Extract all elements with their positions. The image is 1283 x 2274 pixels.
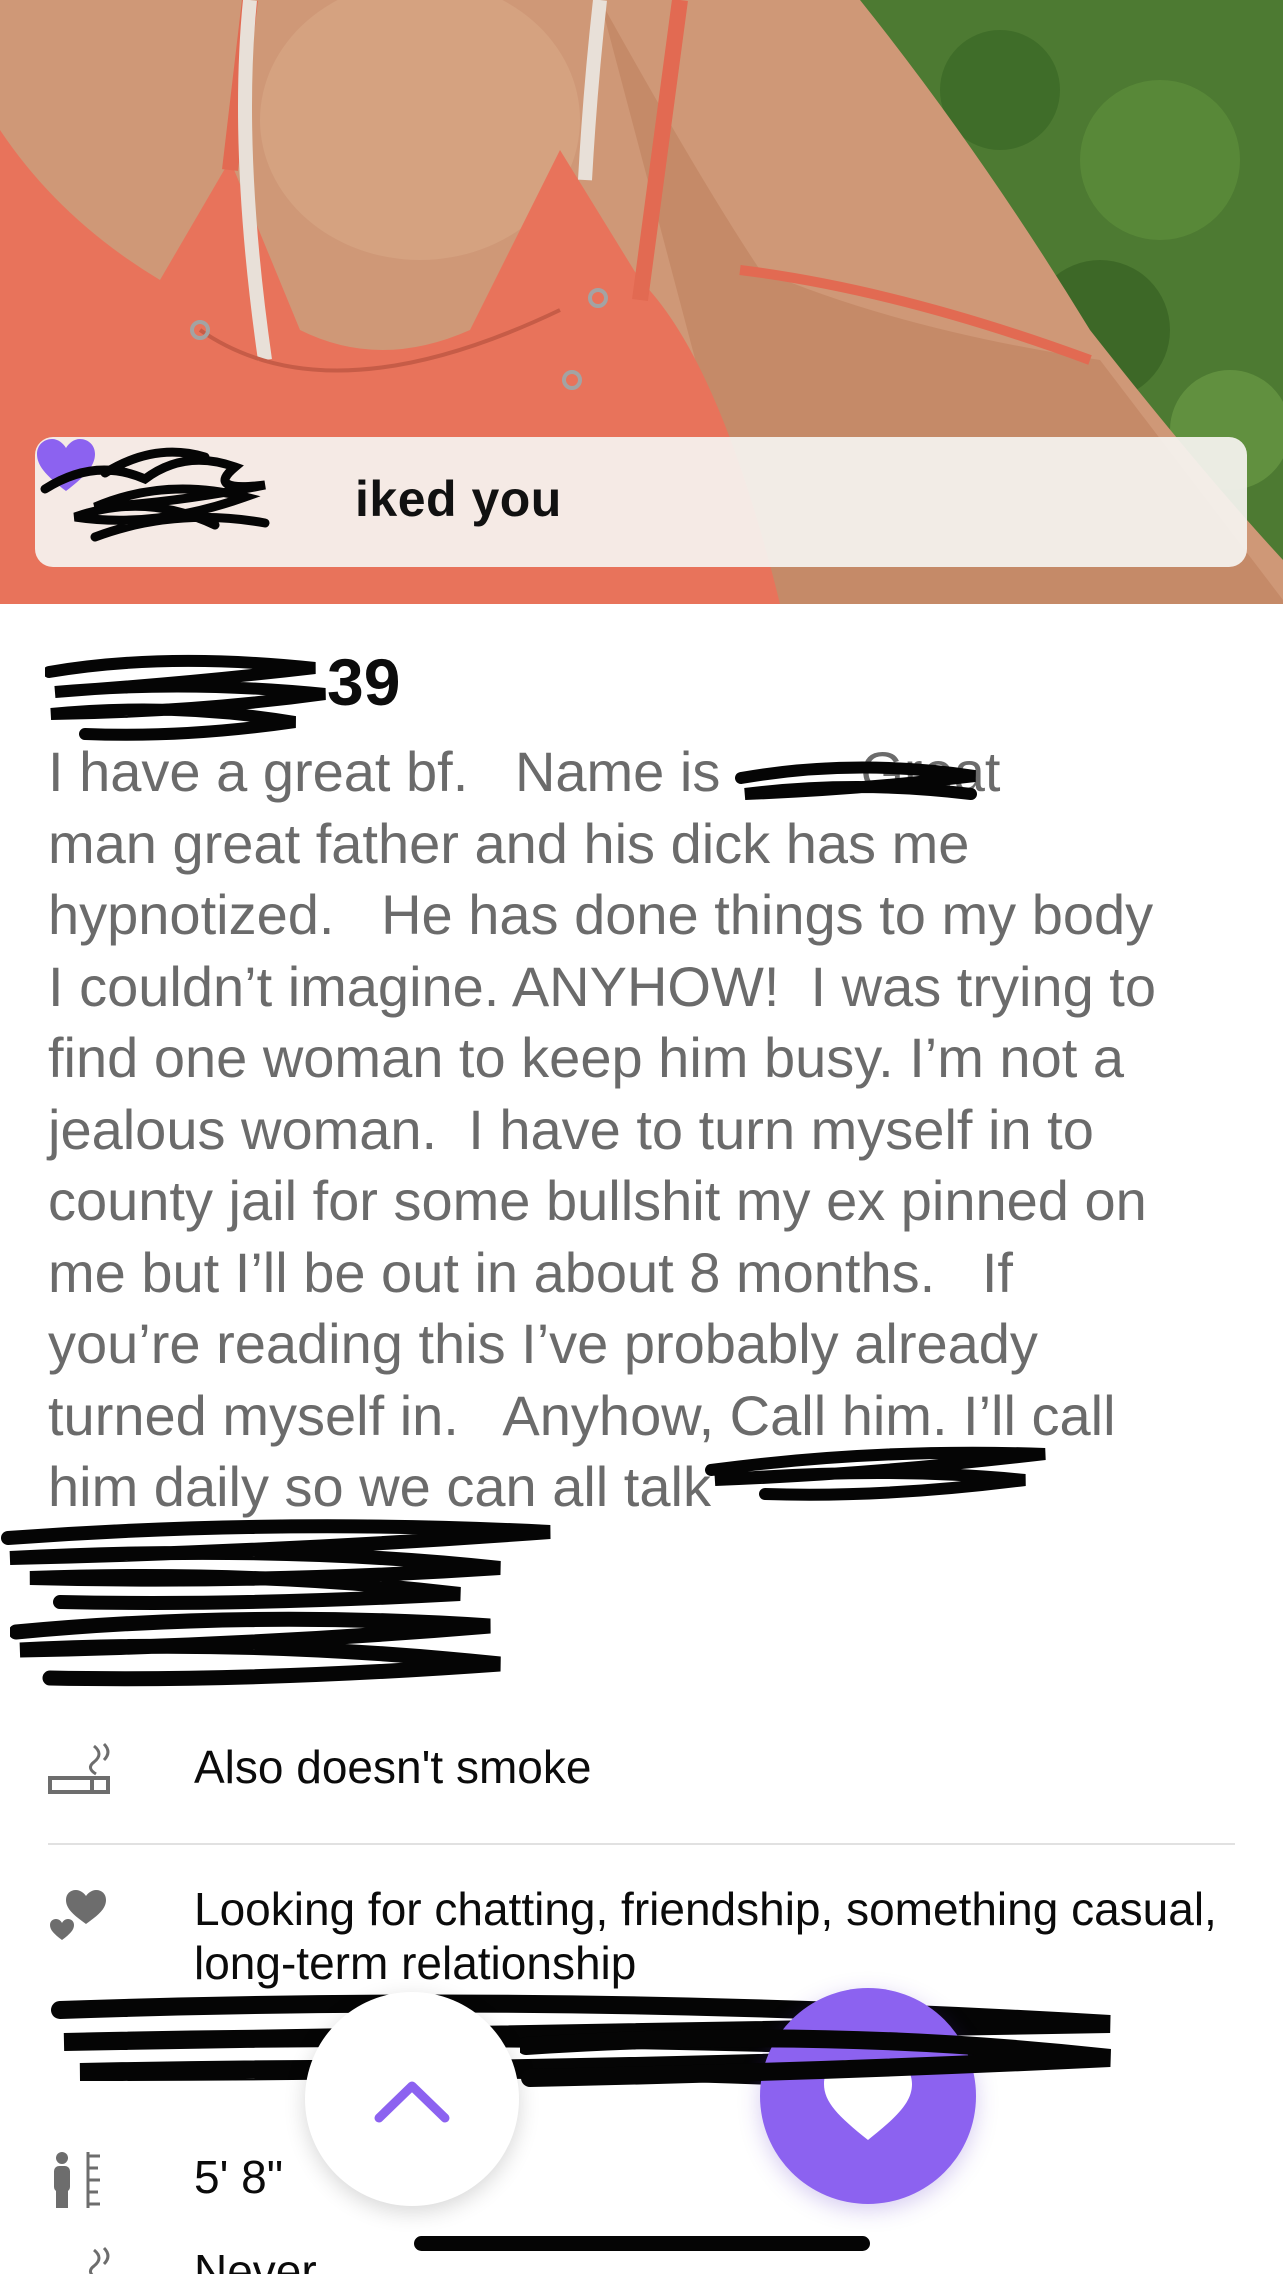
looking-for-line-2: long-term relationship xyxy=(194,1937,637,1989)
looking-for-row: Looking for chatting, friendship, someth… xyxy=(48,1882,1217,1990)
bio-text: I have a great bf. Name is Great man gre… xyxy=(48,740,1156,1518)
drinking-row: Never xyxy=(48,2244,317,2274)
looking-for-line-1: Looking for chatting, friendship, someth… xyxy=(194,1883,1217,1935)
height-label: 5' 8" xyxy=(194,2151,284,2203)
expand-profile-button[interactable] xyxy=(305,1992,519,2206)
divider xyxy=(48,1843,1235,1845)
redaction-scribble xyxy=(520,2029,1111,2087)
no-smoking-icon xyxy=(48,1742,110,1794)
redaction-scribble xyxy=(735,761,977,800)
height-ruler-icon xyxy=(54,2152,100,2208)
redaction-scribble xyxy=(705,1446,1046,1501)
smoking-label: Also doesn't smoke xyxy=(194,1741,592,1793)
home-indicator[interactable] xyxy=(414,2236,870,2251)
smoking-row: Also doesn't smoke xyxy=(48,1740,591,1800)
age-label: 39 xyxy=(327,645,401,719)
height-row: 5' 8" xyxy=(48,2150,283,2210)
chevron-up-icon xyxy=(374,2081,450,2123)
redacted-name-scribble xyxy=(40,447,270,542)
drinking-label: Never xyxy=(194,2245,317,2274)
no-smoking-icon xyxy=(89,2246,110,2274)
redaction-scribble xyxy=(1,1519,551,1610)
looking-for-text: Looking for chatting, friendship, someth… xyxy=(194,1882,1217,1990)
hearts-icon xyxy=(50,1890,106,1940)
redaction-scribble xyxy=(10,1611,501,1687)
liked-you-banner[interactable]: iked you xyxy=(35,437,1247,567)
liked-you-text: iked you xyxy=(355,471,562,527)
profile-photo: iked you xyxy=(0,0,1283,604)
